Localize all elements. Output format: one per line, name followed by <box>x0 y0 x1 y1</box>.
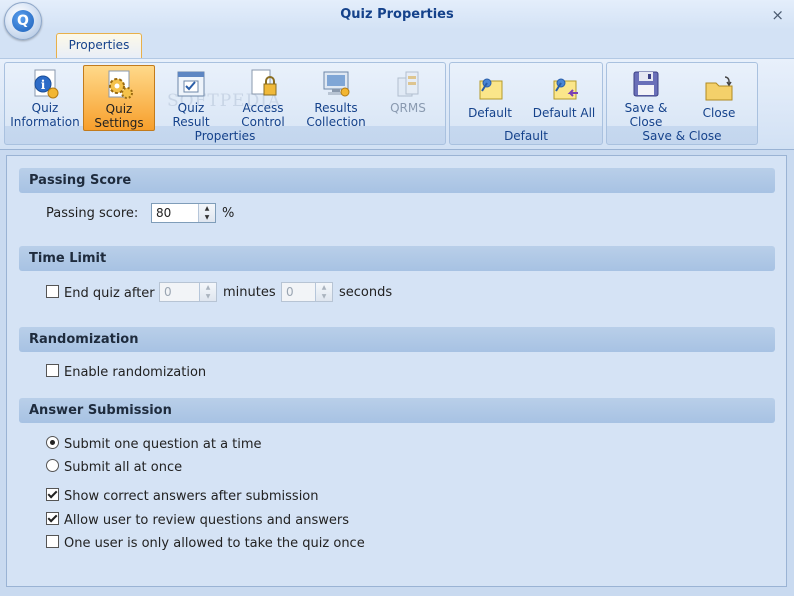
group-label-save-close: Save & Close <box>642 129 722 143</box>
close-label: Close <box>702 106 736 120</box>
radio-circle[interactable] <box>46 436 59 449</box>
window-title: Quiz Properties <box>340 7 454 22</box>
ribbon-group-save-close: Save & Close Close Save & Close <box>606 62 758 145</box>
spin-down-icon[interactable]: ▼ <box>316 292 332 301</box>
ribbon: SOFTPEDIA i Quiz Information Quiz Settin… <box>0 58 794 150</box>
seconds-spin-buttons[interactable]: ▲ ▼ <box>315 283 332 301</box>
qrms-label: QRMS <box>390 101 426 115</box>
seconds-spinner[interactable]: 0 ▲ ▼ <box>281 282 333 302</box>
group-label-default: Default <box>504 129 548 143</box>
radio-submit-one[interactable]: Submit one question at a time <box>46 436 262 452</box>
qrms-icon <box>397 71 419 97</box>
spin-up-icon[interactable]: ▲ <box>199 204 215 213</box>
quiz-info-icon: i <box>34 69 59 99</box>
seconds-value: 0 <box>286 285 294 299</box>
quiz-information-button[interactable]: i Quiz Information <box>9 65 81 131</box>
group-label-properties: Properties <box>194 129 256 143</box>
show-correct-answers-checkbox[interactable]: Show correct answers after submission <box>46 488 319 504</box>
ribbon-group-properties: SOFTPEDIA i Quiz Information Quiz Settin… <box>4 62 446 145</box>
radio-submit-all-label: Submit all at once <box>64 460 183 475</box>
quiz-result-icon <box>177 71 205 97</box>
results-collection-button[interactable]: Results Collection <box>301 65 371 131</box>
save-and-close-label-2: Close <box>629 115 663 129</box>
minutes-spin-buttons[interactable]: ▲ ▼ <box>199 283 216 301</box>
checkbox-box[interactable] <box>46 488 59 501</box>
section-header-randomization: Randomization <box>19 327 775 352</box>
enable-randomization-checkbox[interactable]: Enable randomization <box>46 364 206 380</box>
save-floppy-icon <box>633 71 659 97</box>
radio-submit-one-label: Submit one question at a time <box>64 437 262 452</box>
quiz-result-button[interactable]: Quiz Result <box>157 65 225 131</box>
section-header-passing-score: Passing Score <box>19 168 775 193</box>
passing-score-spin-buttons[interactable]: ▲ ▼ <box>198 204 215 222</box>
spin-down-icon[interactable]: ▼ <box>200 292 216 301</box>
allow-review-checkbox[interactable]: Allow user to review questions and answe… <box>46 512 349 528</box>
ribbon-group-default: Default Default All Default <box>449 62 603 145</box>
show-correct-answers-label: Show correct answers after submission <box>64 489 319 504</box>
end-quiz-after-label: End quiz after <box>64 286 155 301</box>
passing-score-label: Passing score: <box>46 206 139 221</box>
minutes-value: 0 <box>164 285 172 299</box>
passing-score-spinner[interactable]: 80 ▲ ▼ <box>151 203 216 223</box>
default-all-button[interactable]: Default All <box>528 65 600 131</box>
default-button[interactable]: Default <box>456 65 524 131</box>
quiz-result-label-2: Result <box>172 115 210 129</box>
access-control-label-1: Access <box>242 101 284 115</box>
access-control-label-2: Control <box>241 115 285 129</box>
default-all-label: Default All <box>532 106 596 120</box>
checkbox-box[interactable] <box>46 364 59 377</box>
quiz-settings-icon <box>108 70 133 99</box>
quiz-information-label-1: Quiz <box>31 101 59 115</box>
svg-text:i: i <box>41 78 46 92</box>
results-collection-label-2: Collection <box>306 115 366 129</box>
end-quiz-after-checkbox[interactable]: End quiz after <box>46 285 155 301</box>
quiz-settings-label-2: Settings <box>94 116 144 130</box>
access-control-icon <box>251 69 277 96</box>
default-all-pin-icon <box>553 78 578 100</box>
checkbox-box[interactable] <box>46 285 59 298</box>
default-pin-icon <box>479 78 503 100</box>
results-collection-icon <box>323 71 350 97</box>
checkbox-box[interactable] <box>46 512 59 525</box>
allow-review-label: Allow user to review questions and answe… <box>64 513 350 528</box>
spin-up-icon[interactable]: ▲ <box>316 283 332 292</box>
ribbon-tabstrip: Properties <box>0 30 794 58</box>
app-logo-icon: Q <box>12 10 34 32</box>
default-label: Default <box>468 106 512 120</box>
title-bar: Quiz Properties × <box>0 0 794 30</box>
passing-score-value: 80 <box>156 206 172 220</box>
access-control-button[interactable]: Access Control <box>227 65 299 131</box>
save-and-close-button[interactable]: Save & Close <box>613 65 679 131</box>
radio-circle[interactable] <box>46 459 59 472</box>
section-header-answer-submission: Answer Submission <box>19 398 775 423</box>
quiz-settings-button[interactable]: Quiz Settings <box>83 65 155 131</box>
spin-up-icon[interactable]: ▲ <box>200 283 216 292</box>
radio-submit-all[interactable]: Submit all at once <box>46 459 182 475</box>
take-quiz-once-checkbox[interactable]: One user is only allowed to take the qui… <box>46 535 365 551</box>
settings-panel: Passing Score Passing score: 80 ▲ ▼ % Ti… <box>6 155 787 587</box>
section-header-time-limit: Time Limit <box>19 246 775 271</box>
checkbox-box[interactable] <box>46 535 59 548</box>
window-close-button[interactable]: × <box>771 6 784 24</box>
quiz-settings-label-1: Quiz <box>105 102 133 116</box>
results-collection-label-1: Results <box>314 101 358 115</box>
save-and-close-label-1: Save & <box>624 101 668 115</box>
passing-score-unit: % <box>222 206 235 221</box>
close-folder-icon <box>705 76 733 101</box>
enable-randomization-label: Enable randomization <box>64 365 207 380</box>
spin-down-icon[interactable]: ▼ <box>199 213 215 222</box>
qrms-button[interactable]: QRMS <box>373 65 443 131</box>
seconds-label: seconds <box>339 285 393 300</box>
take-quiz-once-label: One user is only allowed to take the qui… <box>64 536 365 551</box>
minutes-spinner[interactable]: 0 ▲ ▼ <box>159 282 217 302</box>
close-button[interactable]: Close <box>685 65 753 131</box>
tab-properties[interactable]: Properties <box>56 33 142 58</box>
minutes-label: minutes <box>223 285 276 300</box>
app-menu-button[interactable]: Q <box>4 2 42 40</box>
quiz-information-label-2: Information <box>10 115 80 129</box>
quiz-result-label-1: Quiz <box>177 101 205 115</box>
